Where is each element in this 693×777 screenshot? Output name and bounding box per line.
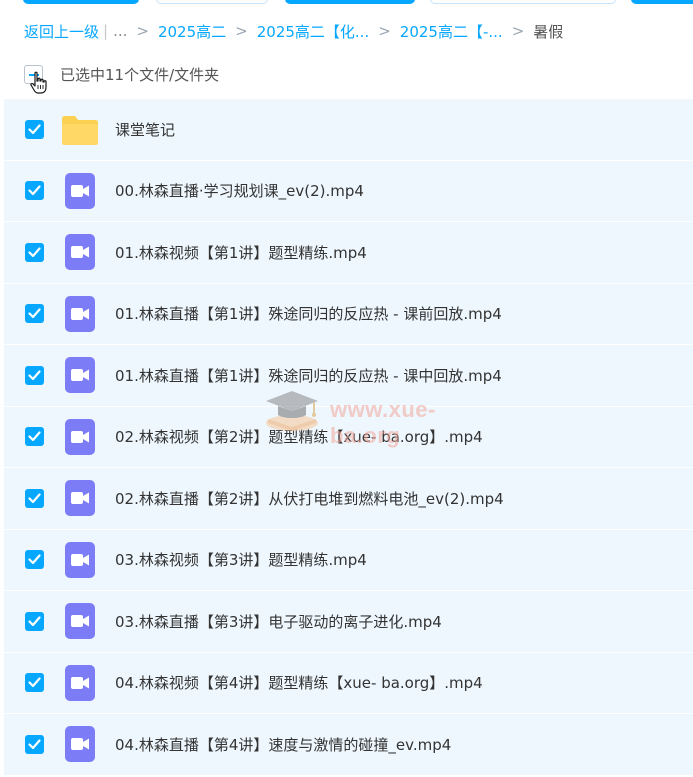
new-folder-button[interactable] [156,0,268,4]
checkmark-icon [28,308,41,319]
breadcrumb-item[interactable]: 2025高二【化... [257,21,369,42]
checkmark-icon [28,554,41,565]
chevron-right-icon: > [378,22,391,40]
file-name[interactable]: 00.林森直播·学习规划课_ev(2).mp4 [115,180,364,201]
file-name[interactable]: 03.林森视频【第3讲】题型精练.mp4 [115,549,367,570]
checkmark-icon [28,739,41,749]
row-checkbox[interactable] [25,488,44,508]
selection-count-text: 已选中11个文件/文件夹 [60,65,220,84]
video-file-icon [61,541,99,579]
select-all-checkbox[interactable] [24,64,47,94]
row-checkbox[interactable] [25,427,44,447]
row-checkbox[interactable] [25,550,44,570]
video-file-icon [61,295,99,333]
row-checkbox[interactable] [25,611,44,631]
file-name[interactable]: 02.林森直播【第2讲】从伏打电堆到燃料电池_ev(2).mp4 [115,488,504,509]
folder-icon [61,111,99,149]
breadcrumb-divider: | [103,22,109,40]
file-row[interactable]: 01.林森直播【第1讲】殊途同归的反应热 - 课中回放.mp4 [4,345,693,407]
row-checkbox[interactable] [25,304,44,324]
chevron-right-icon: > [235,22,248,40]
video-file-icon [61,356,99,394]
row-checkbox[interactable] [25,734,44,754]
file-row[interactable]: 04.林森视频【第4讲】题型精练【xue- ba.org】.mp4 [4,652,693,714]
back-link[interactable]: 返回上一级 [24,21,99,42]
checkmark-icon [28,493,41,503]
file-row[interactable]: 01.林森直播【第1讲】殊途同归的反应热 - 课前回放.mp4 [4,283,693,345]
video-file-icon [61,418,99,456]
file-name[interactable]: 01.林森直播【第1讲】殊途同归的反应热 - 课前回放.mp4 [115,303,502,324]
checkmark-icon [28,370,41,380]
row-checkbox[interactable] [25,181,44,201]
file-row[interactable]: 01.林森视频【第1讲】题型精练.mp4 [4,222,693,284]
file-row[interactable]: 课堂笔记 [4,99,693,161]
file-name[interactable]: 01.林森直播【第1讲】殊途同归的反应热 - 课中回放.mp4 [115,365,502,386]
video-file-icon [61,233,99,271]
toolbar-strip [0,0,693,8]
file-name[interactable]: 04.林森直播【第4讲】速度与激情的碰撞_ev.mp4 [115,734,451,755]
file-name[interactable]: 02.林森视频【第2讲】题型精练【xue- ba.org】.mp4 [115,426,483,447]
toolbar-button[interactable] [285,0,415,4]
chevron-right-icon: > [136,22,149,40]
file-row[interactable]: 03.林森直播【第3讲】电子驱动的离子进化.mp4 [4,591,693,653]
file-row[interactable]: 04.林森直播【第4讲】速度与激情的碰撞_ev.mp4 [4,714,693,776]
row-checkbox[interactable] [25,673,44,693]
checkmark-icon [28,124,41,135]
upload-button[interactable] [23,0,139,4]
chevron-right-icon: > [511,22,525,40]
checkmark-icon [28,431,41,442]
selection-bar: 已选中11个文件/文件夹 [24,60,220,94]
hand-cursor-icon [30,71,47,94]
checkmark-icon [28,616,41,626]
file-row[interactable]: 02.林森视频【第2讲】题型精练【xue- ba.org】.mp4 [4,406,693,468]
breadcrumb-current: 暑假 [533,22,564,41]
video-file-icon [61,479,99,517]
breadcrumb: 返回上一级 | ... > 2025高二 > 2025高二【化... > 202… [24,20,563,42]
file-name[interactable]: 03.林森直播【第3讲】电子驱动的离子进化.mp4 [115,611,442,632]
row-checkbox[interactable] [25,120,44,140]
file-row[interactable]: 03.林森视频【第3讲】题型精练.mp4 [4,529,693,591]
file-name[interactable]: 课堂笔记 [115,119,175,140]
file-row[interactable]: 02.林森直播【第2讲】从伏打电堆到燃料电池_ev(2).mp4 [4,468,693,530]
checkmark-icon [28,247,41,257]
video-file-icon [61,602,99,640]
breadcrumb-ellipsis[interactable]: ... [113,22,127,40]
checkmark-icon [28,677,41,688]
breadcrumb-item[interactable]: 2025高二【-... [400,21,503,42]
video-file-icon [61,664,99,702]
file-row[interactable]: 00.林森直播·学习规划课_ev(2).mp4 [4,160,693,222]
file-name[interactable]: 04.林森视频【第4讲】题型精练【xue- ba.org】.mp4 [115,672,483,693]
video-file-icon [61,172,99,210]
checkmark-icon [28,185,41,196]
video-file-icon [61,725,99,763]
breadcrumb-item[interactable]: 2025高二 [158,21,226,42]
toolbar-action-button[interactable] [631,0,693,4]
row-checkbox[interactable] [25,242,44,262]
row-checkbox[interactable] [25,365,44,385]
toolbar-search-button[interactable] [430,0,616,4]
file-name[interactable]: 01.林森视频【第1讲】题型精练.mp4 [115,242,367,263]
file-list: 课堂笔记 00.林森直播·学习规划课_ev(2).mp4 01.林森视频【第1讲】题… [4,99,693,776]
